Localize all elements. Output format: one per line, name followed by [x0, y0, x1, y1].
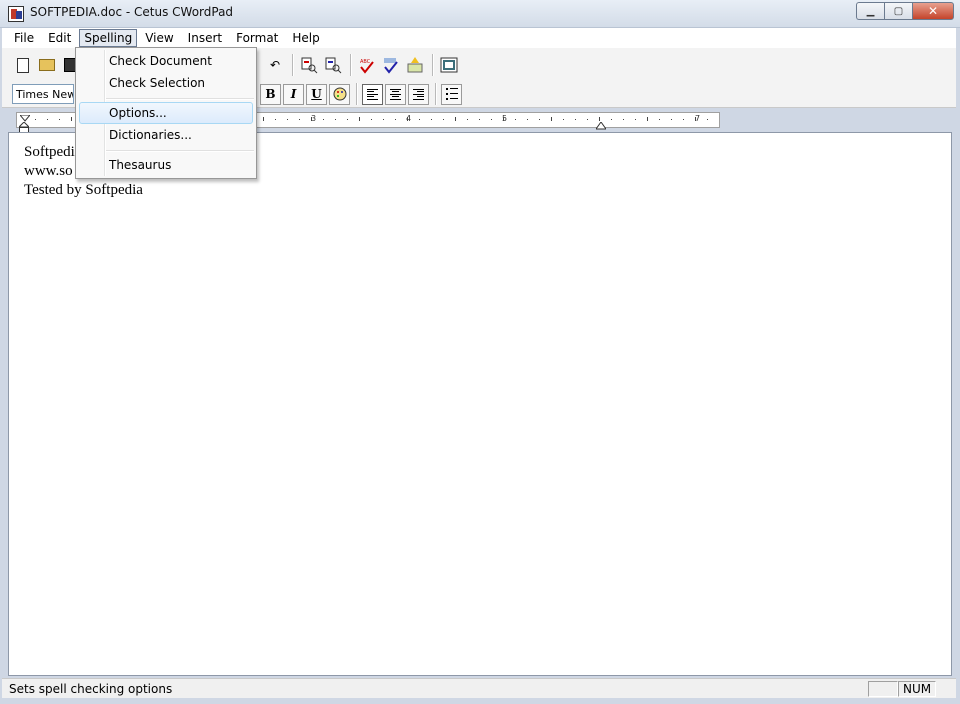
menu-spelling[interactable]: Spelling — [79, 29, 138, 47]
svg-text:ABC: ABC — [360, 59, 371, 65]
underline-button[interactable]: U — [306, 83, 327, 105]
find-button[interactable] — [298, 54, 320, 76]
new-button[interactable] — [12, 54, 34, 76]
menu-file[interactable]: File — [8, 29, 40, 47]
spelling-dropdown-menu: Check Document Check Selection Options..… — [75, 47, 257, 179]
align-right-button[interactable] — [408, 83, 429, 105]
num-lock-indicator: NUM — [898, 681, 936, 697]
status-panel-empty — [868, 681, 898, 697]
replace-icon — [325, 57, 342, 74]
bold-button[interactable]: B — [260, 83, 281, 105]
thesaurus-icon — [407, 57, 423, 73]
menu-format[interactable]: Format — [230, 29, 284, 47]
new-document-icon — [17, 57, 29, 73]
bold-label: B — [265, 87, 276, 101]
toolbar-separator — [435, 83, 437, 105]
toolbar-separator — [350, 54, 352, 76]
preview-button[interactable] — [438, 54, 460, 76]
toolbar-separator — [292, 54, 294, 76]
bullets-button[interactable] — [441, 83, 462, 105]
document-line: Tested by Softpedia — [24, 182, 143, 198]
spell-check-button[interactable]: ABC — [356, 54, 378, 76]
menu-insert[interactable]: Insert — [182, 29, 228, 47]
window-title: SOFTPEDIA.doc - Cetus CWordPad — [30, 5, 234, 19]
menu-view[interactable]: View — [139, 29, 179, 47]
maximize-icon: ▢ — [893, 5, 904, 17]
spell-options-icon — [384, 58, 398, 74]
underline-label: U — [311, 87, 322, 101]
font-name-combo[interactable]: Times New — [12, 84, 74, 104]
minimize-button[interactable]: ▁ — [856, 2, 884, 20]
minimize-icon: ▁ — [866, 5, 875, 17]
window-controls: ▁ ▢ ✕ — [856, 2, 954, 20]
spell-check-icon: ABC — [360, 59, 374, 74]
menu-help[interactable]: Help — [286, 29, 325, 47]
maximize-button[interactable]: ▢ — [884, 2, 912, 20]
open-folder-icon — [39, 59, 55, 71]
bullets-icon — [445, 88, 458, 100]
align-center-icon — [390, 88, 401, 100]
undo-button[interactable]: ↶ — [264, 54, 286, 76]
menu-bar: File Edit Spelling View Insert Format He… — [2, 28, 956, 48]
options-item[interactable]: Options... — [79, 102, 253, 124]
find-icon — [301, 57, 318, 74]
preview-icon — [440, 57, 458, 73]
toolbar-separator — [432, 54, 434, 76]
menu-separator — [106, 150, 254, 152]
spell-options-button[interactable] — [380, 54, 402, 76]
thesaurus-button[interactable] — [404, 54, 426, 76]
close-icon: ✕ — [927, 4, 939, 18]
italic-button[interactable]: I — [283, 83, 304, 105]
align-left-button[interactable] — [362, 83, 383, 105]
open-button[interactable] — [36, 54, 58, 76]
undo-icon: ↶ — [269, 58, 281, 72]
font-color-icon — [333, 87, 346, 101]
document-area[interactable]: Softpedi www.so Tested by Softpedia — [8, 132, 952, 676]
status-message: Sets spell checking options — [9, 682, 173, 696]
check-document-item[interactable]: Check Document — [79, 50, 253, 72]
replace-button[interactable] — [322, 54, 344, 76]
right-indent-marker[interactable] — [595, 119, 607, 133]
app-icon[interactable] — [8, 6, 24, 22]
font-color-button[interactable] — [329, 83, 350, 105]
menu-separator — [106, 98, 254, 100]
status-bar: Sets spell checking options NUM — [2, 678, 956, 698]
align-right-icon — [413, 88, 424, 100]
italic-label: I — [290, 87, 297, 101]
check-selection-item[interactable]: Check Selection — [79, 72, 253, 94]
close-button[interactable]: ✕ — [912, 2, 954, 20]
toolbar-separator — [356, 83, 358, 105]
thesaurus-item[interactable]: Thesaurus — [79, 154, 253, 176]
title-bar: SOFTPEDIA.doc - Cetus CWordPad ▁ ▢ ✕ — [0, 0, 960, 28]
dictionaries-item[interactable]: Dictionaries... — [79, 124, 253, 146]
align-left-icon — [367, 88, 378, 100]
menu-edit[interactable]: Edit — [42, 29, 77, 47]
align-center-button[interactable] — [385, 83, 406, 105]
